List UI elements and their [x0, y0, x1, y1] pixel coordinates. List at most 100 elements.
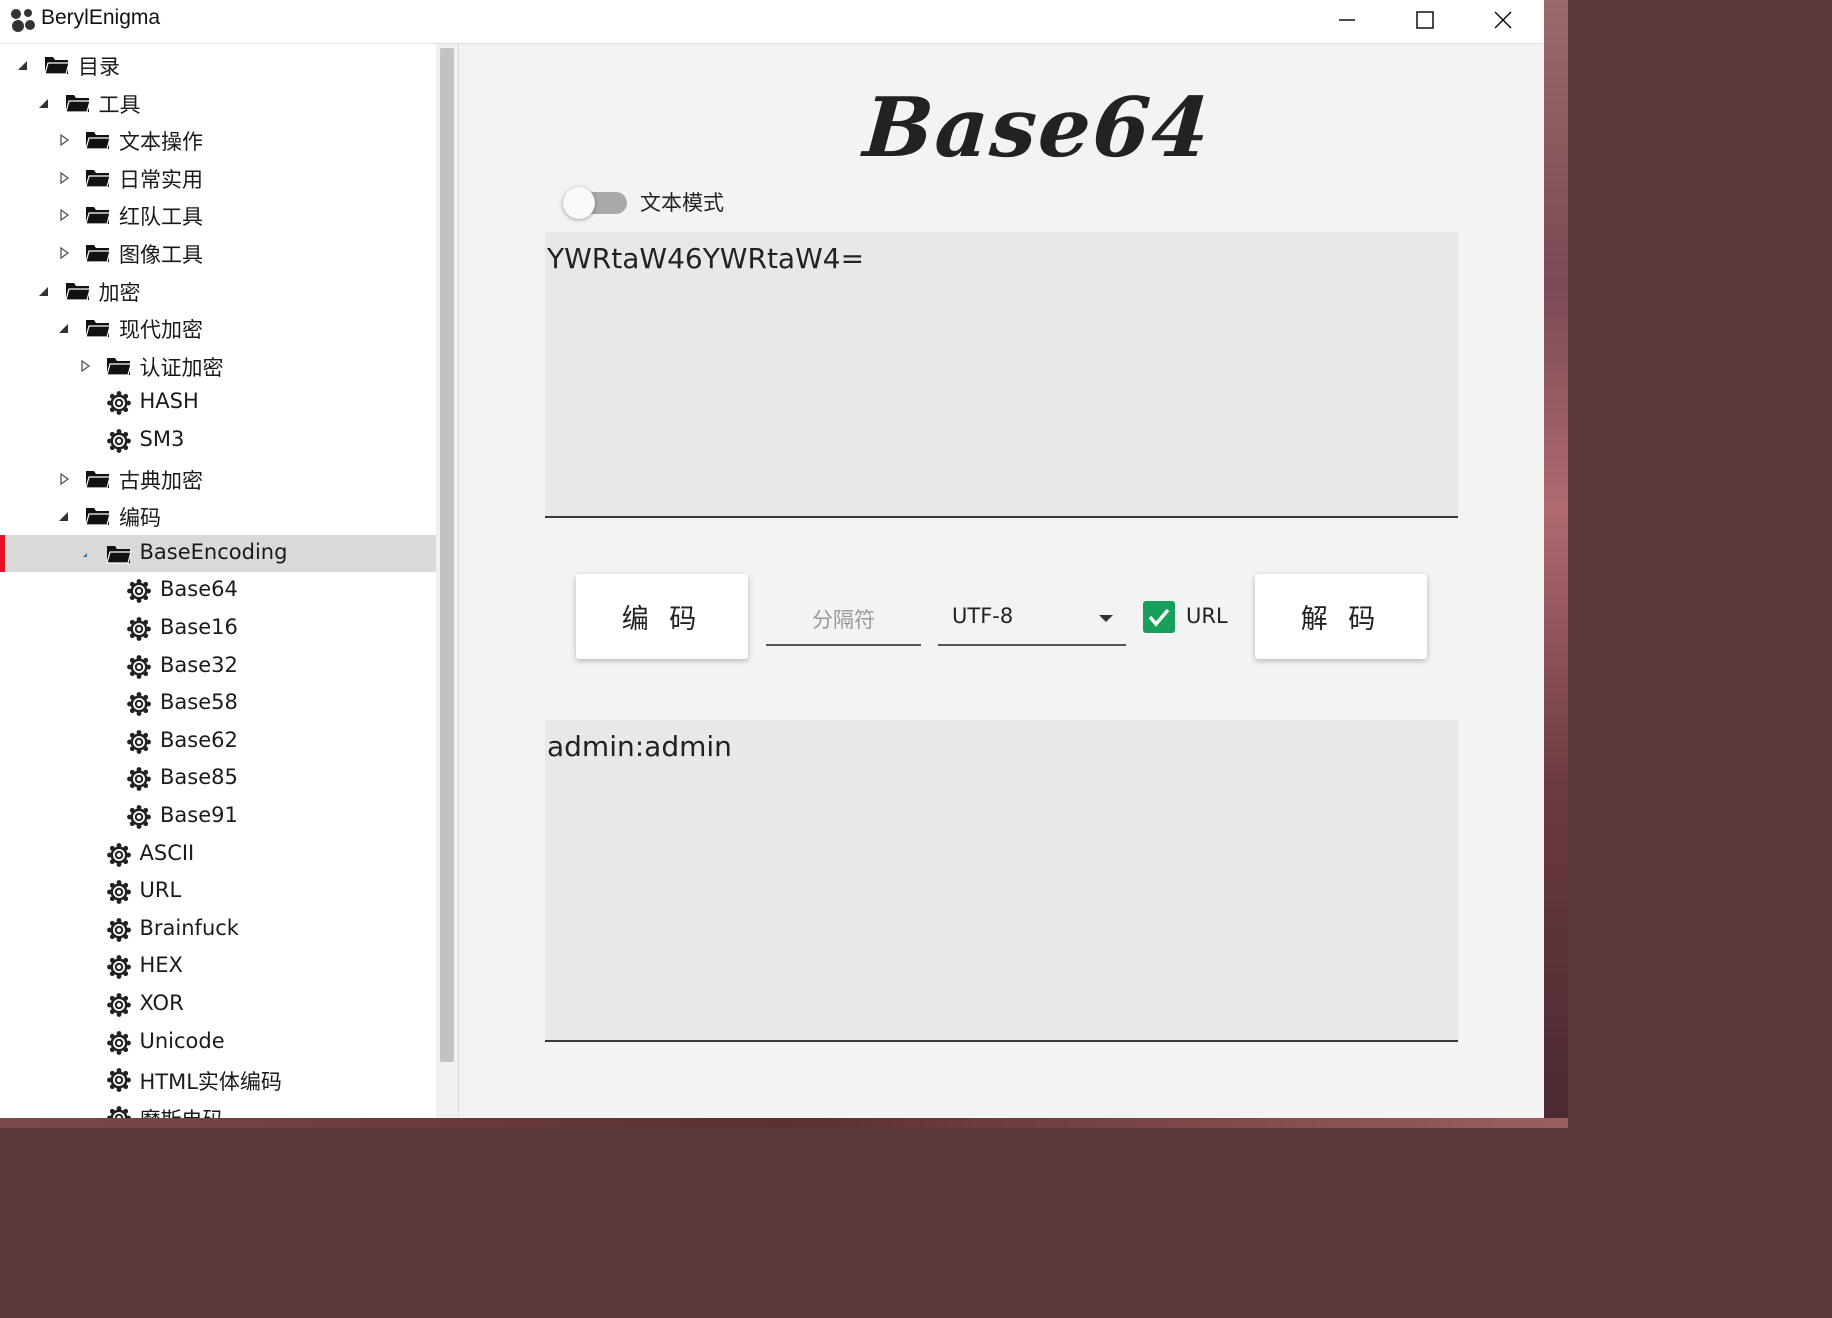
tree-item-label: 认证加密 [139, 355, 224, 380]
tree-item-label: 工具 [98, 92, 141, 117]
tree-item-现代加密[interactable]: 现代加密 [0, 309, 436, 346]
collapsed-arrow-icon[interactable] [57, 246, 71, 260]
url-checkbox[interactable] [1143, 601, 1175, 633]
folder-icon [85, 470, 111, 489]
tree-item-hex[interactable]: HEX [0, 948, 436, 985]
tree-item-label: XOR [139, 991, 184, 1015]
tree-item-label: 摩斯电码 [140, 1104, 224, 1118]
tree-item-base91[interactable]: Base91 [0, 798, 436, 835]
text-mode-toggle[interactable] [563, 187, 627, 219]
tree-item-baseencoding[interactable]: BaseEncoding [0, 534, 436, 572]
folder-icon [85, 508, 111, 526]
maximize-icon [1416, 11, 1434, 29]
tree-item-古典加密[interactable]: 古典加密 [0, 460, 436, 497]
tree-item-目录[interactable]: 目录 [0, 46, 436, 83]
tree-item-base32[interactable]: Base32 [0, 648, 436, 685]
maximize-button[interactable] [1386, 0, 1464, 40]
separator-placeholder: 分隔符 [812, 608, 875, 632]
title-bar[interactable]: BerylEnigma [0, 0, 1544, 44]
gear-icon [106, 955, 131, 980]
expanded-arrow-icon[interactable] [16, 58, 30, 72]
tree-item-label: SM3 [139, 427, 185, 451]
charset-select[interactable]: UTF-8 [938, 594, 1126, 646]
close-icon [1494, 11, 1512, 29]
tree-item-工具[interactable]: 工具 [0, 84, 436, 121]
collapsed-arrow-icon[interactable] [57, 472, 71, 486]
gear-icon [127, 805, 151, 829]
tree-item-label: HEX [139, 953, 183, 978]
tree-item-base62[interactable]: Base62 [0, 723, 436, 760]
tree-item-图像工具[interactable]: 图像工具 [0, 234, 436, 271]
tree-item-文本操作[interactable]: 文本操作 [0, 121, 436, 158]
tree-item-摩斯电码[interactable]: 摩斯电码 [0, 1099, 436, 1118]
tree-item-label: 目录 [78, 55, 120, 79]
collapsed-arrow-icon[interactable] [57, 133, 71, 147]
collapsed-arrow-icon[interactable] [78, 359, 92, 373]
navigation-tree[interactable]: 目录工具文本操作 日常实用红队工具图像工具加密 现代加密认证加密 HASH SM3 古典加… [0, 44, 436, 1118]
tree-item-label: 图像工具 [119, 243, 203, 267]
folder-icon [85, 245, 111, 263]
text-mode-label: 文本模式 [640, 191, 724, 215]
collapsed-arrow-icon[interactable] [57, 171, 71, 185]
tree-item-base64[interactable]: Base64 [0, 572, 436, 609]
tree-item-hash[interactable]: HASH [0, 384, 436, 421]
gear-icon [106, 1105, 131, 1118]
page-title: Base64 [860, 80, 1215, 176]
tree-scrollbar-thumb[interactable] [440, 48, 454, 1062]
gear-icon [106, 993, 131, 1017]
folder-icon [85, 132, 111, 150]
folder-icon [85, 169, 111, 188]
separator-input[interactable]: 分隔符 [766, 594, 921, 646]
gear-icon [106, 429, 131, 453]
tree-item-日常实用[interactable]: 日常实用 [0, 159, 436, 196]
tree-item-url[interactable]: URL [0, 873, 436, 910]
tree-scrollbar[interactable] [436, 44, 459, 1118]
folder-icon [44, 57, 70, 75]
selection-marker [0, 534, 5, 572]
output-textarea[interactable]: admin:admin [545, 720, 1458, 1042]
minimize-button[interactable] [1308, 0, 1386, 40]
tree-item-label: 古典加密 [119, 468, 203, 493]
tree-item-label: Base62 [160, 727, 238, 752]
tree-item-加密[interactable]: 加密 [0, 272, 436, 309]
tree-item-base85[interactable]: Base85 [0, 760, 436, 797]
input-textarea[interactable]: YWRtaW46YWRtaW4= [545, 232, 1458, 518]
app-logo-icon [11, 9, 35, 32]
collapsed-arrow-icon[interactable] [57, 208, 71, 222]
expanded-arrow-icon[interactable] [37, 284, 51, 298]
tree-item-brainfuck[interactable]: Brainfuck [0, 911, 436, 948]
tree-item-label: Base64 [160, 577, 238, 602]
tree-item-base16[interactable]: Base16 [0, 610, 436, 647]
tree-item-xor[interactable]: XOR [0, 986, 436, 1023]
expanded-arrow-icon[interactable] [78, 547, 92, 561]
close-button[interactable] [1464, 0, 1542, 40]
tree-item-ascii[interactable]: ASCII [0, 836, 436, 873]
tree-item-认证加密[interactable]: 认证加密 [0, 347, 436, 384]
tree-item-编码[interactable]: 编码 [0, 497, 436, 534]
gear-icon [127, 729, 151, 754]
tree-item-label: URL [139, 878, 182, 903]
encode-button[interactable]: 编 码 [576, 574, 748, 659]
tree-item-label: BaseEncoding [139, 539, 288, 564]
tree-item-unicode[interactable]: Unicode [0, 1024, 436, 1061]
decode-button[interactable]: 解 码 [1255, 574, 1427, 659]
charset-selected-value: UTF-8 [952, 604, 1014, 628]
gear-icon [127, 692, 151, 717]
gear-icon [127, 617, 151, 641]
tree-item-html实体编码[interactable]: HTML实体编码 [0, 1061, 436, 1098]
tree-item-label: HTML实体编码 [139, 1070, 282, 1095]
minimize-icon [1339, 19, 1355, 21]
tree-item-base58[interactable]: Base58 [0, 685, 436, 722]
tree-item-label: Brainfuck [139, 915, 239, 940]
tree-item-label: Base58 [160, 690, 238, 715]
tree-item-label: 红队工具 [119, 205, 203, 230]
expanded-arrow-icon[interactable] [57, 509, 71, 523]
tree-item-红队工具[interactable]: 红队工具 [0, 196, 436, 233]
expanded-arrow-icon[interactable] [37, 96, 51, 110]
gear-icon [127, 579, 151, 604]
gear-icon [106, 1030, 131, 1055]
tree-item-label: Unicode [139, 1028, 225, 1053]
tree-item-sm3[interactable]: SM3 [0, 422, 436, 459]
desktop-background [1544, 0, 1568, 1128]
expanded-arrow-icon[interactable] [57, 321, 71, 335]
